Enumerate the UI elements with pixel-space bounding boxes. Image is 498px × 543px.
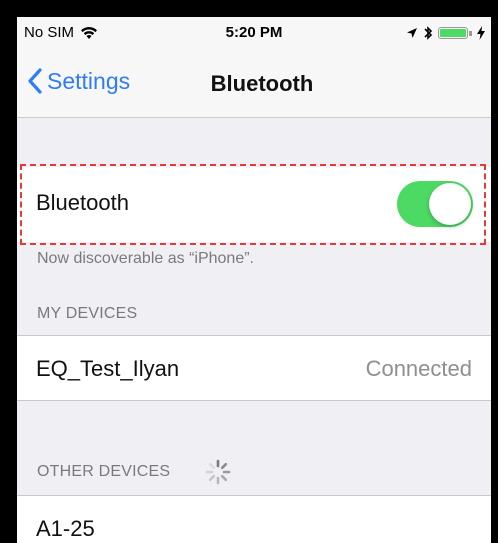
other-devices-header: OTHER DEVICES [37,463,171,480]
phone-screen: No SIM 5:20 PM Settings Bluetooth Blueto… [17,17,491,543]
status-right [406,25,485,41]
battery-level [440,29,466,37]
battery-icon [438,27,468,39]
device-name: EQ_Test_Ilyan [36,356,180,381]
status-bar: No SIM 5:20 PM [17,17,491,55]
location-arrow-icon [407,28,417,38]
device-name: A1-25 [36,516,95,541]
battery-cap [469,30,472,36]
loading-spinner-icon [205,459,231,485]
highlight-box [20,164,486,245]
page-title: Bluetooth [210,71,314,96]
bluetooth-icon [424,26,433,40]
navigation-bar: Settings Bluetooth [17,55,491,118]
device-status: Connected [365,356,472,381]
charging-icon [477,26,485,40]
device-row[interactable]: A1-25 [17,495,491,543]
my-devices-header: MY DEVICES [37,305,138,322]
discoverable-note: Now discoverable as “iPhone”. [37,250,254,267]
device-row[interactable]: EQ_Test_Ilyan Connected [17,335,491,401]
